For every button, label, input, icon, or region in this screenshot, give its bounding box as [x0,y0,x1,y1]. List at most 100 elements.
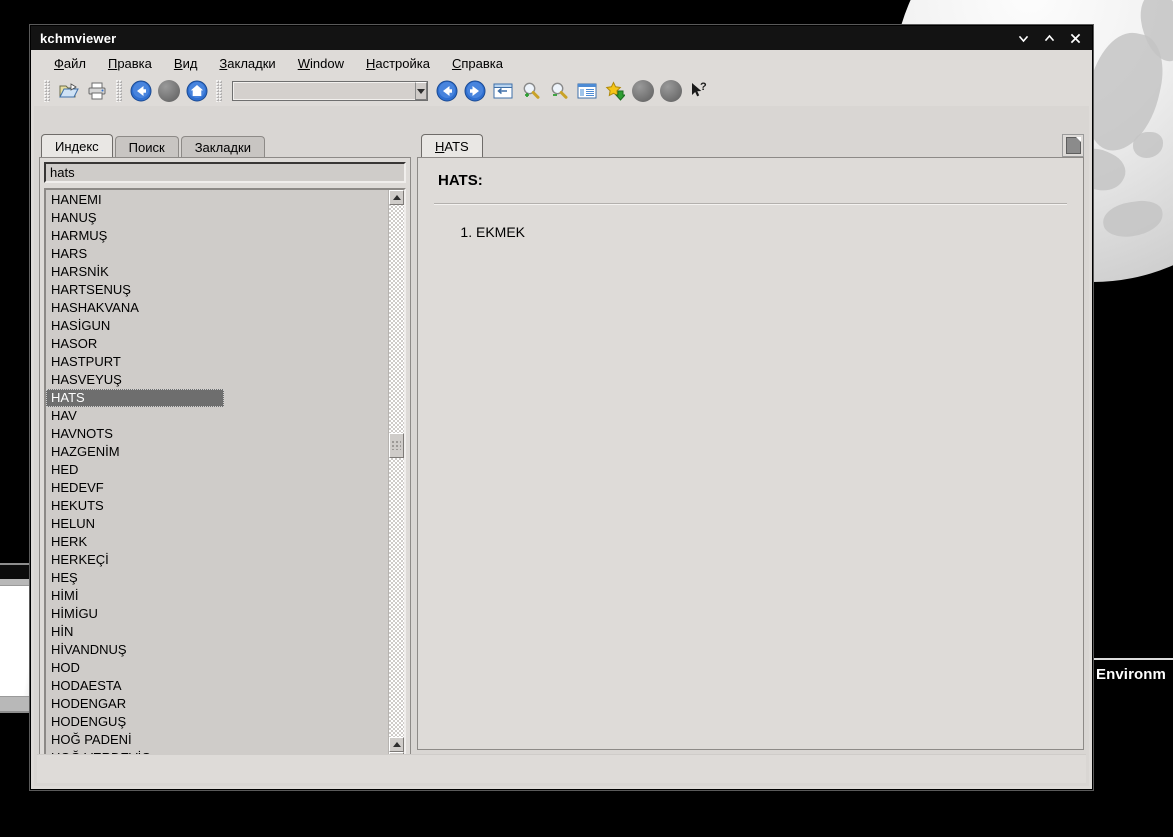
index-tab-panel: HANEMIHANUŞHARMUŞHARSHARSNİKHARTSENUŞHAS… [39,157,411,774]
list-item[interactable]: HOĞ PADENİ [46,731,388,749]
document-pane: HATS HATS: EKMEK [417,134,1084,750]
index-list-container: HANEMI HANUŞ HARMUŞ HARS HARSNİK HARTSENUŞ HAS… [44,188,406,769]
toolbar: ? [34,76,1089,106]
list-item[interactable]: HİN [46,623,388,641]
scroll-up-icon[interactable] [389,190,404,205]
menu-settings[interactable]: Настройка [355,53,441,74]
scroll-up-bottom-icon[interactable] [389,737,404,752]
history-back-icon[interactable] [434,78,460,104]
menu-edit-label: равка [117,55,152,71]
list-item[interactable]: HASVEYUŞ [46,371,388,389]
menu-file-label: айл [63,55,86,71]
menu-view[interactable]: Вид [163,53,209,74]
scrollbar-thumb[interactable] [389,433,404,458]
list-item[interactable]: HAZGENİM [46,443,388,461]
list-item[interactable]: HODENGUŞ [46,713,388,731]
menu-window-accel: W [297,55,310,71]
list-item[interactable]: HODENGAR [46,695,388,713]
background-window-environment[interactable]: Environm [1085,648,1173,710]
list-item[interactable]: HERKEÇİ [46,551,388,569]
background-window-environment-titlebar [1088,648,1173,660]
menu-file[interactable]: Файл [43,53,97,74]
list-item[interactable]: HARSNİK [46,263,388,281]
list-item[interactable]: HASTPURT [46,353,388,371]
tab-hats[interactable]: HATS [421,134,483,157]
location-combobox[interactable] [232,81,428,101]
index-search-input[interactable] [44,162,406,183]
list-item[interactable]: HARTSENUŞ [46,281,388,299]
window-client-area: Файл Правка Вид Закладки Window Настройк… [31,50,1092,789]
menu-help-accel: С [451,55,462,71]
list-item[interactable]: HAVNOTS [46,425,388,443]
menu-edit-accel: П [107,55,118,71]
document-entry-list: EKMEK [434,221,1067,243]
index-list-scrollbar[interactable] [388,190,404,767]
statusbar [37,754,1086,783]
whats-this-icon[interactable]: ? [686,78,712,104]
navigate-back-icon[interactable] [128,78,154,104]
list-item[interactable]: HANUŞ [46,209,388,227]
disabled-1-icon [630,78,656,104]
menu-view-accel: В [173,55,183,71]
zoom-out-icon[interactable] [546,78,572,104]
list-item[interactable]: HASİGUN [46,317,388,335]
menu-window[interactable]: Window [287,53,355,74]
tab-hats-label: ATS [444,139,469,154]
list-item[interactable]: HASOR [46,335,388,353]
window-title: kchmviewer [40,30,117,46]
document-content[interactable]: HATS: EKMEK [417,157,1084,750]
home-icon[interactable] [184,78,210,104]
toolbar-grip-handle-2[interactable] [116,80,122,102]
open-file-icon[interactable] [56,78,82,104]
list-item[interactable]: HEKUTS [46,497,388,515]
window-titlebar[interactable]: kchmviewer [31,26,1092,51]
list-item[interactable]: HİMİ [46,587,388,605]
view-source-icon[interactable] [574,78,600,104]
document-entry[interactable]: EKMEK [476,221,1067,243]
list-item[interactable]: HANEMI [46,191,388,209]
list-item[interactable]: HATS [46,389,224,407]
list-item[interactable]: HERK [46,533,388,551]
document-tabbar: HATS [417,134,1084,157]
toggle-navigator-icon[interactable] [490,78,516,104]
zoom-in-icon[interactable] [518,78,544,104]
tab-index[interactable]: Индекс [41,134,113,157]
list-item[interactable]: HİVANDNUŞ [46,641,388,659]
print-icon[interactable] [84,78,110,104]
toolbar-grip-handle[interactable] [44,80,50,102]
list-item[interactable]: HOD [46,659,388,677]
menu-bookmarks-label: акладки [227,55,276,71]
list-item[interactable]: HİMİGU [46,605,388,623]
list-item[interactable]: HARMUŞ [46,227,388,245]
menu-edit[interactable]: Правка [97,53,163,74]
list-item[interactable]: HED [46,461,388,479]
maximize-icon[interactable] [1036,26,1062,50]
close-icon[interactable] [1062,26,1088,50]
tab-bookmarks[interactable]: Закладки [180,136,265,157]
list-item[interactable]: HASHAKVANA [46,299,388,317]
list-item[interactable]: HODAESTA [46,677,388,695]
menu-view-label: ид [182,55,198,71]
add-bookmark-icon[interactable] [602,78,628,104]
chevron-down-icon[interactable] [415,82,427,100]
index-list[interactable]: HANEMI HANUŞ HARMUŞ HARS HARSNİK HARTSENUŞ HAS… [46,190,388,767]
list-item[interactable]: HEDEVF [46,479,388,497]
location-input[interactable] [233,82,415,100]
menu-help[interactable]: Справка [441,53,514,74]
menu-file-accel: Ф [54,55,64,71]
history-forward-icon[interactable] [462,78,488,104]
list-item[interactable]: HARS [46,245,388,263]
toolbar-grip-handle-3[interactable] [216,80,222,102]
list-item[interactable]: HAV [46,407,388,425]
document-page-icon-button[interactable] [1062,134,1084,157]
tab-search[interactable]: Поиск [114,136,179,157]
menu-window-label: indow [309,55,344,71]
navigator-pane: Индекс Поиск Закладки HANEMIHANUŞHARMUŞH… [39,134,411,774]
menu-settings-label: астройка [375,55,430,71]
list-item[interactable]: HEŞ [46,569,388,587]
navigator-tabbar: Индекс Поиск Закладки [39,134,411,157]
list-item[interactable]: HELUN [46,515,388,533]
svg-text:?: ? [700,81,707,93]
menu-bookmarks[interactable]: Закладки [208,53,286,74]
minimize-icon[interactable] [1010,26,1036,50]
